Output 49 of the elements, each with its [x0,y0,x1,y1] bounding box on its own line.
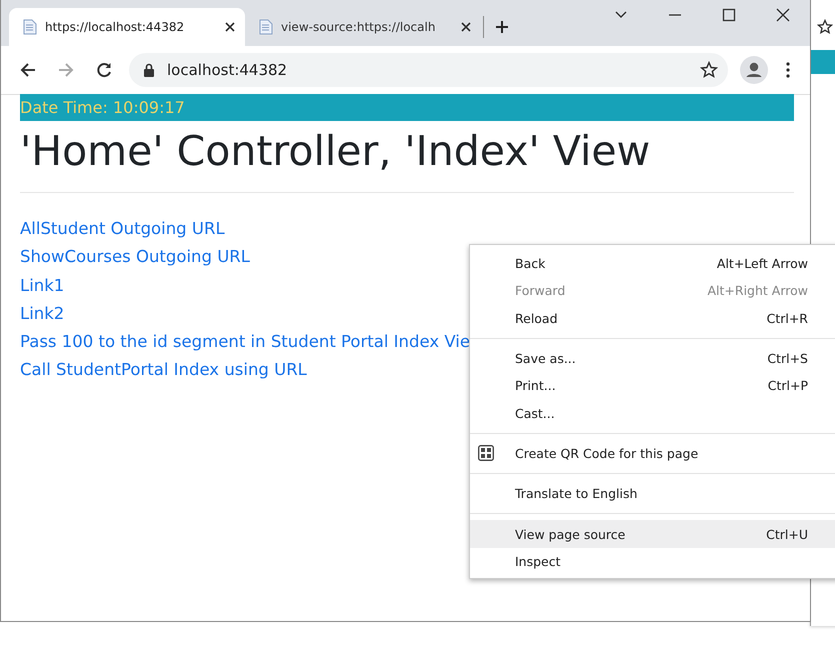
shortcut-text: Alt+Left Arrow [716,256,808,272]
qr-code-icon [478,445,494,462]
menu-item-label: Forward [515,283,566,298]
browser-tab[interactable]: https://localhost:44382 [9,8,245,46]
date-time-banner: Date Time: 10:09:17 [20,94,794,121]
close-icon[interactable] [225,22,235,32]
tab-title: view-source:https://localh [281,20,436,34]
menu-item[interactable]: Create QR Code for this page [470,440,835,468]
page-icon [23,19,37,35]
menu-item[interactable]: Cast... [470,399,835,427]
menu-item-label: Back [515,256,546,272]
menu-item[interactable]: Print... Ctrl+P [470,372,835,400]
star-icon[interactable] [817,19,833,35]
menu-item[interactable]: Translate to English [470,480,835,508]
menu-item-label: Print... [515,378,557,394]
shortcut-text: Ctrl+P [768,378,808,394]
lock-icon[interactable] [143,63,155,77]
menu-item-label: Create QR Code for this page [515,446,700,461]
shortcut-text: Ctrl+S [767,351,808,366]
menu-item[interactable]: View page source Ctrl+U [470,520,835,548]
close-icon[interactable] [461,22,471,32]
address-bar[interactable]: localhost:44382 [129,53,728,87]
menu-item-label: Reload [515,310,559,326]
menu-item-label: Cast... [515,406,556,421]
close-icon[interactable] [776,8,790,22]
menu-item-label: Save as... [515,351,577,366]
shortcut-text: Ctrl+U [766,526,808,542]
menu-item-label: View page source [515,526,626,542]
link[interactable]: AllStudent Outgoing URL [20,215,480,244]
menu-item[interactable]: Save as... Ctrl+S [470,344,835,372]
menu-item[interactable]: Back Alt+Left Arrow [470,250,835,278]
menu-item[interactable]: Reload Ctrl+R [470,304,835,332]
page-heading: 'Home' Controller, 'Index' View [20,126,652,176]
shortcut-text: Alt+Right Arrow [708,283,808,298]
menu-item[interactable]: Inspect [470,548,835,575]
star-icon[interactable] [700,61,718,79]
maximize-icon[interactable] [722,8,736,22]
menu-item-label: Translate to English [515,486,638,502]
profile-icon[interactable] [740,56,768,84]
back-arrow-icon[interactable] [19,61,37,79]
page-icon [259,19,273,35]
menu-item-label: Inspect [515,554,562,569]
reload-icon[interactable] [95,61,113,79]
browser-tab[interactable]: view-source:https://localh [245,8,481,46]
menu-icon[interactable] [786,62,790,78]
tab-title: https://localhost:44382 [45,20,186,34]
address-text: localhost:44382 [167,61,288,79]
plus-icon[interactable] [495,20,509,34]
shortcut-text: Ctrl+R [766,310,808,326]
